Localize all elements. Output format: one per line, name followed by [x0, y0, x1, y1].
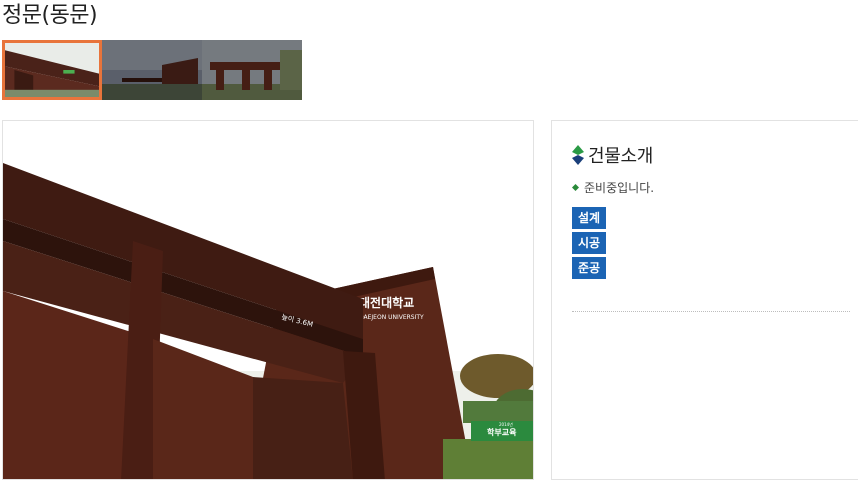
thumbnail-3[interactable] — [202, 40, 302, 100]
page-title: 정문(동문) — [2, 3, 98, 28]
stage-list: 설계 시공 준공 — [572, 207, 606, 282]
info-heading-text: 건물소개 — [588, 146, 654, 167]
sign-text-ko: 대전대학교 — [359, 295, 414, 310]
stage-construction-button[interactable]: 시공 — [572, 232, 606, 254]
banner-text: 학부교육 — [487, 427, 517, 437]
thumbnail-1[interactable] — [2, 40, 102, 100]
info-description: 준비중입니다. — [572, 179, 654, 196]
stage-design-button[interactable]: 설계 — [572, 207, 606, 229]
diamond-bullet-icon — [572, 184, 579, 191]
stage-completion-button[interactable]: 준공 — [572, 257, 606, 279]
description-text: 준비중입니다. — [584, 181, 655, 195]
thumbnail-strip — [2, 40, 302, 100]
banner-small-text: 2014년 — [499, 421, 513, 427]
building-info-panel: 건물소개 준비중입니다. 설계 시공 준공 — [551, 120, 858, 480]
thumbnail-2[interactable] — [102, 40, 202, 100]
dotted-divider — [572, 311, 850, 312]
info-heading: 건물소개 — [572, 143, 653, 167]
sign-text-en: DAEJEON UNIVERSITY — [359, 314, 424, 321]
diamond-icon — [572, 145, 584, 165]
main-photo: 대전대학교 DAEJEON UNIVERSITY 높이 3.6M 학부교육 20… — [2, 120, 534, 480]
